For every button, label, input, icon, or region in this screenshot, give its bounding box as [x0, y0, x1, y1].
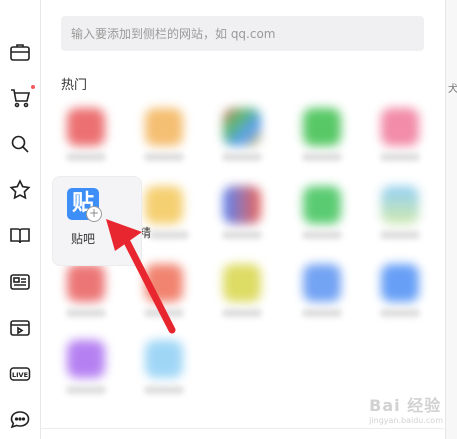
site-tile-blurred[interactable]	[223, 264, 261, 302]
site-tile-blurred[interactable]	[303, 186, 341, 224]
page-edge-text: 犬	[448, 84, 457, 95]
book-icon[interactable]	[8, 224, 32, 248]
site-label-blurred	[380, 309, 420, 317]
site-label-blurred	[302, 153, 342, 161]
site-label-blurred	[144, 309, 184, 317]
site-tile-blurred[interactable]	[67, 340, 105, 378]
site-label-blurred	[66, 309, 106, 317]
site-label-blurred	[149, 231, 189, 239]
site-label-blurred	[302, 231, 342, 239]
site-label-blurred	[380, 231, 420, 239]
sidebar: LIVE	[0, 0, 41, 439]
site-tile-blurred[interactable]	[145, 186, 183, 224]
site-label-blurred	[222, 231, 262, 239]
site-label-blurred	[66, 386, 106, 394]
news-icon[interactable]	[8, 270, 32, 294]
site-tile-blurred[interactable]	[381, 108, 419, 146]
site-tile-blurred[interactable]	[145, 264, 183, 302]
site-label-blurred	[302, 309, 342, 317]
site-tile-blurred[interactable]	[381, 186, 419, 224]
site-label-blurred	[66, 153, 106, 161]
site-tile-blurred[interactable]	[67, 108, 105, 146]
site-label-blurred	[222, 153, 262, 161]
panel-bottom-divider	[40, 428, 444, 429]
site-label-blurred	[144, 153, 184, 161]
site-label-blurred	[380, 153, 420, 161]
search-icon[interactable]	[8, 132, 32, 156]
star-icon[interactable]	[8, 178, 32, 202]
live-icon[interactable]: LIVE	[8, 362, 32, 386]
site-tile-blurred[interactable]	[303, 264, 341, 302]
watermark-sub: jingyan.baidu.com	[369, 416, 443, 425]
briefcase-icon[interactable]	[8, 40, 32, 64]
site-tile-blurred[interactable]	[223, 186, 261, 224]
site-tile-blurred[interactable]	[145, 340, 183, 378]
site-label-tieba: 贴吧	[70, 232, 95, 246]
site-url-input[interactable]	[61, 16, 424, 51]
notification-dot	[31, 85, 35, 89]
live-icon-text: LIVE	[12, 371, 28, 379]
section-title-hot: 热门	[61, 78, 88, 93]
cart-icon[interactable]	[8, 86, 32, 110]
site-tile-tieba[interactable]: 贴 + 贴吧	[52, 176, 142, 266]
site-tile-blurred[interactable]	[223, 108, 261, 146]
add-plus-icon[interactable]: +	[86, 206, 102, 222]
site-label-blurred	[222, 309, 262, 317]
video-icon[interactable]	[8, 316, 32, 340]
page-edge-strip: 犬	[445, 0, 457, 439]
watermark: Bai 经验 jingyan.baidu.com	[369, 392, 443, 425]
site-tile-blurred[interactable]	[303, 108, 341, 146]
site-label-blurred	[144, 386, 184, 394]
site-tile-blurred[interactable]	[67, 264, 105, 302]
site-tile-blurred[interactable]	[145, 108, 183, 146]
chat-icon[interactable]	[8, 408, 32, 432]
site-tile-blurred[interactable]	[381, 264, 419, 302]
watermark-text: Bai 经验	[369, 396, 442, 415]
